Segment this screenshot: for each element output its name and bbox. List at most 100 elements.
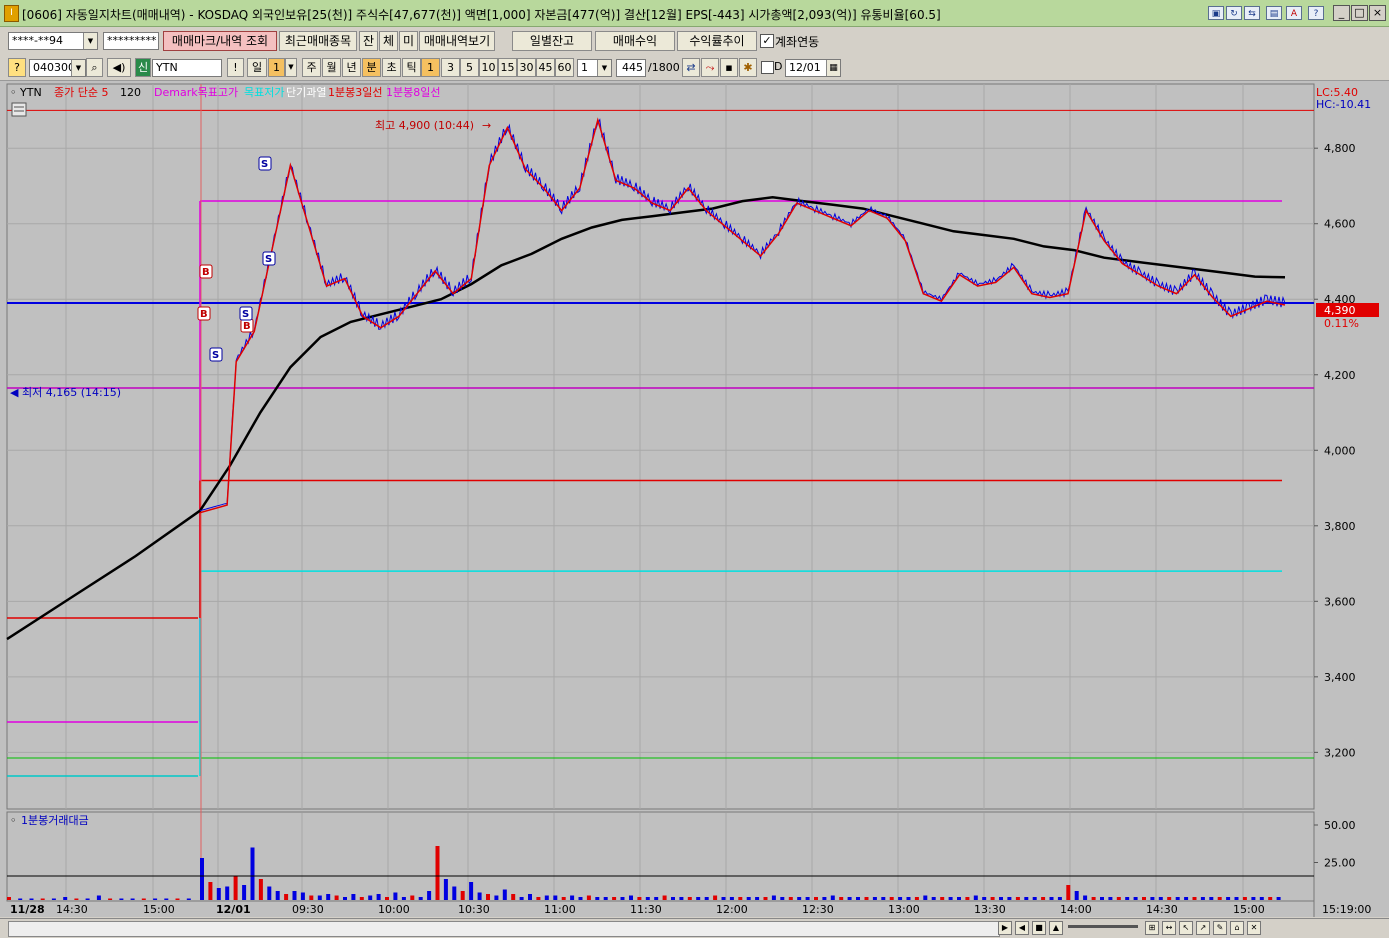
- volume-bar: [1150, 897, 1155, 900]
- table-toggle-icon[interactable]: [11, 102, 27, 117]
- refresh-icon[interactable]: ↻: [1226, 6, 1242, 20]
- d-label: D: [774, 60, 783, 73]
- help-book-icon[interactable]: ?: [8, 58, 26, 77]
- volume-bar: [1057, 897, 1062, 900]
- restore-layout-icon[interactable]: ▣: [1208, 6, 1224, 20]
- search-icon[interactable]: ⌕: [86, 58, 103, 77]
- save-icon[interactable]: ▪: [720, 58, 738, 77]
- speaker-icon[interactable]: ◀): [107, 58, 131, 77]
- volume-bar: [18, 898, 23, 900]
- trade-history-button[interactable]: 매매내역보기: [419, 31, 495, 51]
- minute-option-5[interactable]: 5: [460, 58, 479, 77]
- home-icon[interactable]: ⌂: [1230, 921, 1244, 935]
- time-tick-label: 11/28: [10, 903, 45, 916]
- pencil-icon[interactable]: ✎: [1213, 921, 1227, 935]
- interval-field[interactable]: 1 ▼: [577, 59, 612, 77]
- volume-bar: [1091, 897, 1096, 900]
- minute-option-3[interactable]: 3: [441, 58, 460, 77]
- tab-tick[interactable]: 틱: [402, 58, 421, 77]
- app-icon[interactable]: I: [4, 5, 19, 22]
- trendline-icon[interactable]: ↗: [1196, 921, 1210, 935]
- account-link-checkbox[interactable]: ✓: [760, 34, 774, 48]
- stock-name-field[interactable]: YTN: [152, 59, 222, 77]
- minute-option-30[interactable]: 30: [517, 58, 536, 77]
- indicator-icon[interactable]: ⤳: [701, 58, 719, 77]
- time-tick-label: 12:30: [802, 903, 834, 916]
- volume-bar: [872, 897, 877, 900]
- minimize-button[interactable]: _: [1333, 5, 1350, 21]
- up-icon[interactable]: ▲: [1049, 921, 1063, 935]
- recent-trades-button[interactable]: 최근매매종목: [279, 31, 357, 51]
- play-icon[interactable]: ▶: [998, 921, 1012, 935]
- date-field[interactable]: 12/01 ▦: [785, 59, 841, 77]
- help-icon[interactable]: ?: [1308, 6, 1324, 20]
- executed-button[interactable]: 체: [379, 31, 398, 51]
- minute-option-60[interactable]: 60: [555, 58, 574, 77]
- font-icon[interactable]: A: [1286, 6, 1302, 20]
- count-field[interactable]: 445: [616, 59, 646, 77]
- volume-label: 1분봉거래대금: [21, 814, 89, 827]
- link-icon[interactable]: ⇆: [1244, 6, 1260, 20]
- minute-option-1[interactable]: 1: [421, 58, 440, 77]
- tab-second[interactable]: 초: [382, 58, 401, 77]
- d-checkbox[interactable]: [761, 61, 774, 74]
- alert-button[interactable]: !: [227, 58, 244, 77]
- volume-bar: [578, 897, 583, 900]
- horizontal-scrollbar[interactable]: [8, 921, 1000, 937]
- chevron-down-icon[interactable]: ▼: [285, 58, 297, 77]
- tab-minute[interactable]: 분: [362, 58, 381, 77]
- zoom-slider[interactable]: [1068, 925, 1138, 928]
- chart-svg[interactable]: 4,8004,6004,4004,2004,0003,8003,6003,400…: [0, 81, 1389, 917]
- volume-bar: [536, 897, 541, 900]
- tab-day[interactable]: 일: [247, 58, 267, 77]
- chevron-down-icon[interactable]: ▼: [597, 60, 611, 76]
- pan-icon[interactable]: ↔: [1162, 921, 1176, 935]
- gear-icon[interactable]: ✱: [739, 58, 757, 77]
- volume-bar: [130, 898, 135, 900]
- volume-bar: [1142, 897, 1146, 900]
- day-count[interactable]: 1: [268, 58, 285, 77]
- volume-bar: [164, 898, 169, 900]
- stop-icon[interactable]: ■: [1032, 921, 1046, 935]
- maximize-button[interactable]: □: [1351, 5, 1368, 21]
- pointer-icon[interactable]: ↖: [1179, 921, 1193, 935]
- minute-option-15[interactable]: 15: [498, 58, 517, 77]
- clear-icon[interactable]: ✕: [1247, 921, 1261, 935]
- chevron-down-icon[interactable]: ▼: [83, 33, 97, 49]
- volume-bar: [805, 897, 810, 900]
- balance-button[interactable]: 잔: [359, 31, 378, 51]
- rewind-icon[interactable]: ◀: [1015, 921, 1029, 935]
- trade-profit-button[interactable]: 매매수익: [595, 31, 675, 51]
- volume-bar: [671, 897, 675, 900]
- tab-month[interactable]: 월: [322, 58, 341, 77]
- volume-bar: [63, 897, 68, 900]
- minute-option-10[interactable]: 10: [479, 58, 498, 77]
- close-button[interactable]: ×: [1369, 5, 1386, 21]
- volume-bar: [96, 895, 101, 900]
- volume-bar: [940, 897, 945, 900]
- volume-bar: [704, 897, 709, 900]
- profit-trend-button[interactable]: 수익률추이: [677, 31, 757, 51]
- chevron-down-icon[interactable]: ▼: [71, 60, 85, 76]
- legend-item: 단기과열: [286, 86, 326, 99]
- buy-marker-label: B: [202, 267, 210, 278]
- password-field[interactable]: *********: [103, 32, 159, 50]
- account-select[interactable]: ****-**94 ▼: [8, 32, 98, 50]
- volume-bar: [175, 898, 180, 900]
- tab-week[interactable]: 주: [302, 58, 321, 77]
- volume-bar: [359, 897, 364, 900]
- minute-option-45[interactable]: 45: [536, 58, 555, 77]
- print-icon[interactable]: ▤: [1266, 6, 1282, 20]
- volume-bar: [1049, 897, 1054, 900]
- tab-year[interactable]: 년: [342, 58, 361, 77]
- chart-area[interactable]: 4,800 4,600 4,400 4,200 4,000 3,800 3,600 3,400…: [0, 81, 1389, 917]
- calendar-icon[interactable]: ▦: [826, 60, 840, 76]
- trade-mark-query-button[interactable]: 매매마크/내역 조회: [163, 31, 277, 51]
- scroll-icon[interactable]: ⇄: [682, 58, 700, 77]
- stock-code-field[interactable]: 040300 ▼: [29, 59, 86, 77]
- volume-bar: [814, 897, 818, 900]
- unexecuted-button[interactable]: 미: [399, 31, 418, 51]
- daily-balance-button[interactable]: 일별잔고: [512, 31, 592, 51]
- grid-icon[interactable]: ⊞: [1145, 921, 1159, 935]
- sell-marker-label: S: [265, 254, 272, 265]
